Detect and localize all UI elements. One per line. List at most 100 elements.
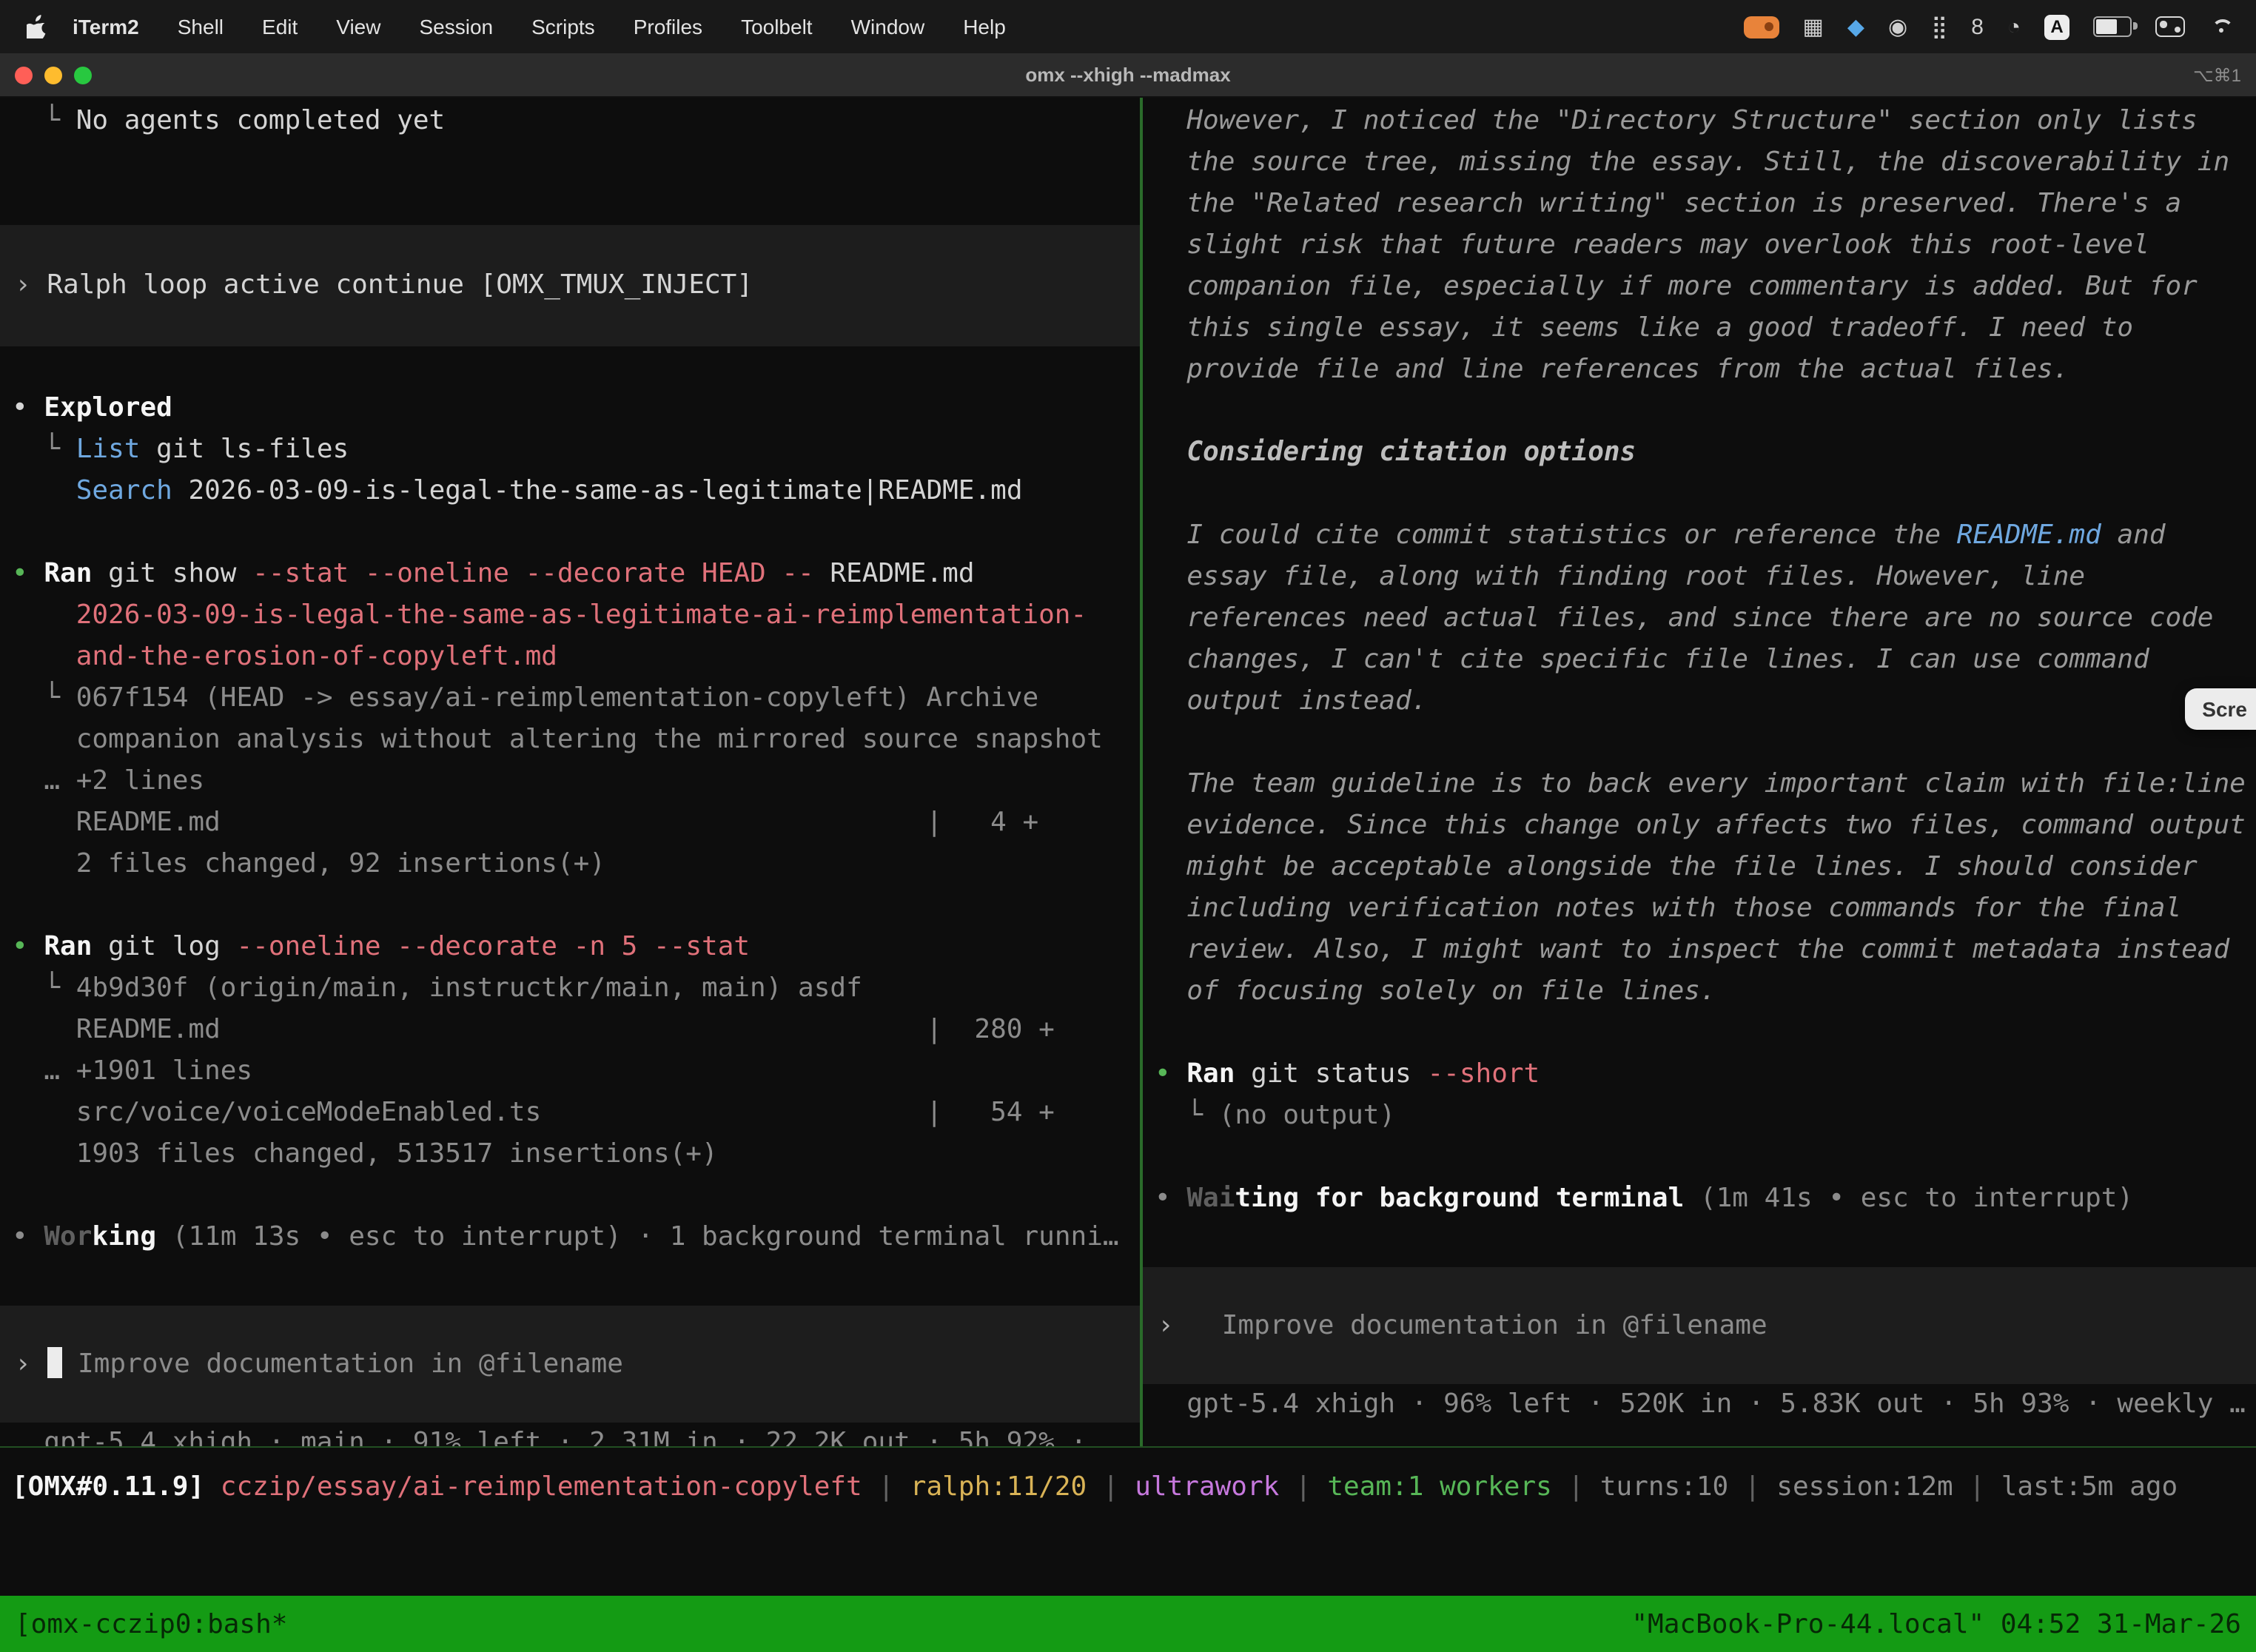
terminal-line: the "Related research writing" section i… — [1155, 184, 2256, 225]
text-segment: 2026-03-09-is-legal-the-same-as-legitima… — [172, 475, 1023, 506]
text-segment: README.md — [1957, 520, 2101, 551]
text-segment: src/voice/voiceModeEnabled.ts | 54 + — [12, 1097, 1055, 1128]
text-segment: (1m 41s • esc to interrupt) — [1684, 1183, 2133, 1214]
text-segment: changes, I can't cite specific file line… — [1155, 644, 2149, 675]
text-segment: However, I noticed the "Directory Struct… — [1155, 105, 2198, 136]
blank-line — [1155, 1137, 2256, 1178]
wifi-icon[interactable] — [2209, 16, 2235, 37]
menu-item-session[interactable]: Session — [400, 15, 512, 38]
text-segment: (no output) — [1219, 1100, 1395, 1131]
terminal-line: and-the-erosion-of-copyleft.md — [12, 637, 1140, 678]
terminal-line: However, I noticed the "Directory Struct… — [1155, 101, 2256, 142]
menu-item-edit[interactable]: Edit — [243, 15, 317, 38]
text-segment: provide file and line references from th… — [1155, 354, 2069, 385]
text-segment: companion analysis without altering the … — [12, 724, 1103, 755]
text-segment: | — [1087, 1471, 1135, 1502]
terminal-pane-right[interactable]: However, I noticed the "Directory Struct… — [1143, 98, 2256, 1446]
terminal-line: I could cite commit statistics or refere… — [1155, 515, 2256, 557]
blank-line — [1155, 474, 2256, 515]
menu-item-shell[interactable]: Shell — [158, 15, 243, 38]
text-segment: git log — [92, 931, 236, 962]
text-segment: └ — [12, 682, 76, 713]
left-pane-content: └ No agents completed yet › Ralph loop ac… — [12, 101, 1140, 1446]
text-segment: No agents completed yet — [76, 105, 446, 136]
text-segment: session:12m — [1776, 1471, 1953, 1502]
terminal-line: └ 067f154 (HEAD -> essay/ai-reimplementa… — [12, 678, 1140, 719]
screen-share-tooltip: Scre — [2184, 688, 2256, 730]
text-segment: this single essay, it seems like a good … — [1155, 312, 2133, 343]
screen-recording-indicator-icon[interactable] — [1744, 16, 1779, 38]
terminal-line: changes, I can't cite specific file line… — [1155, 639, 2256, 681]
text-segment: 4b9d30f (origin/main, instructkr/main, m… — [76, 973, 862, 1004]
blank-line — [12, 1175, 1140, 1217]
text-segment: essay file, along with finding root file… — [1155, 561, 2085, 592]
menu-item-help[interactable]: Help — [944, 15, 1025, 38]
text-segment: git ls-files — [140, 434, 349, 465]
terminal-line: The team guideline is to back every impo… — [1155, 764, 2256, 805]
diamond-app-icon[interactable]: ◆ — [1847, 16, 1864, 38]
tmux-host-time: "MacBook-Pro-44.local" 04:52 31-Mar-26 — [1631, 1608, 2241, 1639]
terminal: └ No agents completed yet › Ralph loop ac… — [0, 98, 2256, 1446]
input-source-icon[interactable]: A — [2044, 14, 2069, 39]
prompt-chevron: › — [15, 1349, 47, 1380]
ralph-loop-notice: › Ralph loop active continue [OMX_TMUX_I… — [0, 225, 1140, 346]
terminal-line: companion file, especially if more comme… — [1155, 266, 2256, 308]
text-segment: ultrawork — [1135, 1471, 1279, 1502]
menu-item-window[interactable]: Window — [832, 15, 944, 38]
gauge-icon[interactable]: ◔ — [2007, 16, 2021, 38]
menu-item-scripts[interactable]: Scripts — [512, 15, 614, 38]
apple-menu-icon[interactable] — [27, 15, 47, 38]
text-segment — [12, 475, 76, 506]
text-segment: [OMX#0.11.9] — [12, 1471, 204, 1502]
text-segment: 1903 files changed, 513517 insertions(+) — [12, 1138, 718, 1169]
prompt-placeholder: Improve documentation in @filename — [1189, 1310, 1767, 1341]
battery-icon[interactable] — [2093, 16, 2132, 37]
terminal-pane-left[interactable]: └ No agents completed yet › Ralph loop ac… — [0, 98, 1140, 1446]
prompt-input[interactable]: › Improve documentation in @filename — [1143, 1267, 2256, 1384]
text-segment: 2026-03-09-is-legal-the-same-as-legitima… — [12, 600, 1087, 631]
close-button[interactable] — [15, 66, 33, 84]
text-segment: review. Also, I might want to inspect th… — [1155, 934, 2229, 965]
menu-item-profiles[interactable]: Profiles — [614, 15, 722, 38]
disc-app-icon[interactable]: ◉ — [1888, 16, 1907, 38]
menu-item-iterm2[interactable]: iTerm2 — [53, 15, 158, 38]
blank-line — [12, 885, 1140, 927]
grid-icon[interactable]: ▦ — [1803, 16, 1824, 38]
bottom-area: [OMX#0.11.9] cczip/essay/ai-reimplementa… — [0, 1446, 2256, 1652]
terminal-line: review. Also, I might want to inspect th… — [1155, 930, 2256, 971]
text-segment: I could cite commit statistics or refere… — [1155, 520, 1957, 551]
terminal-line: might be acceptable alongside the file l… — [1155, 847, 2256, 888]
window-shortcut-hint: ⌥⌘1 — [2193, 64, 2241, 85]
text-segment: Ran — [44, 558, 92, 589]
menu-bar: iTerm2ShellEditViewSessionScriptsProfile… — [0, 0, 2256, 53]
terminal-line: references need actual files, and since … — [1155, 598, 2256, 639]
text-segment: | — [1552, 1471, 1600, 1502]
text-segment: companion file, especially if more comme… — [1155, 271, 2198, 302]
menu-item-toolbelt[interactable]: Toolbelt — [722, 15, 832, 38]
text-segment: Ralph loop active continue [OMX_TMUX_INJ… — [47, 269, 753, 300]
terminal-line: • Ran git log --oneline --decorate -n 5 … — [12, 927, 1140, 968]
terminal-line: essay file, along with finding root file… — [1155, 557, 2256, 598]
prompt-chevron: › — [1158, 1310, 1189, 1341]
menu-status-icons: ▦ ◆ ◉ ⣿ 8 ◔ A — [1744, 14, 2235, 39]
text-segment: … +1901 lines — [12, 1055, 252, 1087]
minimize-button[interactable] — [44, 66, 62, 84]
control-center-icon[interactable] — [2155, 16, 2185, 37]
thinking-heading: Considering citation options — [1155, 432, 2256, 474]
menu-item-view[interactable]: View — [317, 15, 400, 38]
text-segment: of focusing solely on file lines. — [1155, 976, 1716, 1007]
right-pane-content: However, I noticed the "Directory Struct… — [1155, 101, 2256, 1426]
figure-icon[interactable]: 8 — [1971, 16, 1984, 38]
dots-grid-icon[interactable]: ⣿ — [1931, 16, 1947, 38]
terminal-line: provide file and line references from th… — [1155, 349, 2256, 391]
tmux-session-window-tab[interactable]: [omx-cczip0:bash* — [15, 1608, 287, 1639]
zoom-button[interactable] — [74, 66, 92, 84]
terminal-line: └ 4b9d30f (origin/main, instructkr/main,… — [12, 968, 1140, 1010]
text-segment: • — [12, 392, 44, 423]
menu-items: iTerm2ShellEditViewSessionScriptsProfile… — [53, 15, 1025, 38]
waiting-status-line: • Waiting for background terminal (1m 41… — [1155, 1178, 2256, 1220]
prompt-input[interactable]: › Improve documentation in @filename — [0, 1306, 1140, 1423]
prompt-placeholder: Improve documentation in @filename — [61, 1349, 623, 1380]
text-segment: ting for background terminal — [1235, 1183, 1684, 1214]
terminal-line: README.md | 4 + — [12, 802, 1140, 844]
